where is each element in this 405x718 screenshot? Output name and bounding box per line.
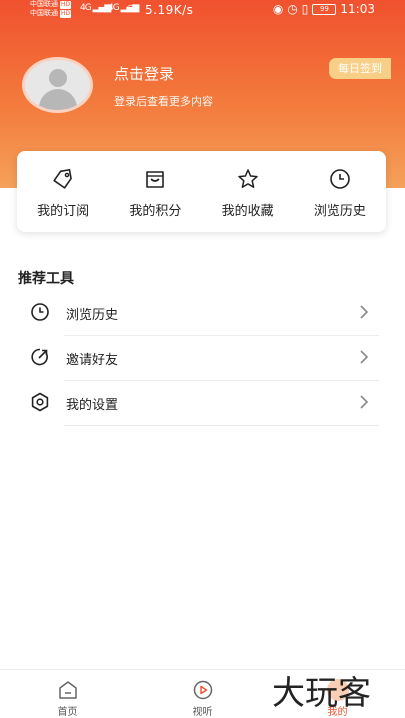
daily-checkin-button[interactable]: 每日签到 [329,58,391,79]
quick-actions-card: 我的订阅 我的积分 我的收藏 浏览历史 [17,151,386,232]
clock-time: 11:03 [340,2,375,16]
battery-icon: 99 [312,3,337,15]
eye-icon: ◉ [272,2,284,16]
tool-item-label: 我的设置 [66,398,119,413]
quick-action-label: 我的收藏 [221,204,274,219]
chevron-right-icon [360,350,369,364]
avatar-head [49,69,67,87]
chevron-right-icon [360,395,369,409]
login-title[interactable]: 点击登录 [114,63,174,84]
status-bar: 中国联通 HD 中国联通 HD 4G ▂▄▆ 4G ▂▄▆ ◠ 5.19K/s ◉ … [0,0,405,20]
tools-section-title: 推荐工具 [18,271,74,287]
tag-icon [53,168,72,189]
quick-action-points[interactable]: 我的积分 [109,151,201,232]
quick-action-history[interactable]: 浏览历史 [294,151,386,232]
bag-icon [146,171,165,188]
alarm-icon: ◷ [287,2,298,16]
quick-action-label: 我的积分 [129,204,182,219]
wifi-icon: ◠ [126,2,136,15]
nav-tab-home[interactable]: 首页 [0,670,135,718]
carrier-info: 中国联通 HD 中国联通 HD [30,0,72,18]
star-icon [237,169,258,188]
hd-badge-2: HD [60,10,72,18]
quick-action-favorites[interactable]: 我的收藏 [202,151,294,232]
clock-icon [330,169,350,189]
tool-item-settings[interactable]: 我的设置 [0,381,405,426]
carrier-name-2: 中国联通 [30,9,58,17]
quick-action-subscriptions[interactable]: 我的订阅 [17,151,109,232]
nav-tab-label: 视听 [192,707,213,718]
share-icon [31,348,48,366]
login-subtitle: 登录后查看更多内容 [114,95,213,108]
avatar[interactable] [22,57,93,113]
clock-icon [31,303,49,321]
status-right: ◉ ◷ ▯ 99 11:03 [273,2,375,16]
quick-action-label: 浏览历史 [313,204,366,219]
nav-tab-video[interactable]: 视听 [135,670,270,718]
chevron-right-icon [360,305,369,319]
play-icon [193,680,212,700]
tool-item-history[interactable]: 浏览历史 [0,291,405,336]
divider [64,425,379,426]
tool-item-label: 浏览历史 [66,308,119,323]
settings-icon [31,392,49,412]
watermark: 大玩客 [272,673,371,712]
avatar-body [39,89,77,110]
tools-list: 浏览历史 邀请好友 我的设置 [0,291,405,426]
quick-action-label: 我的订阅 [37,204,90,219]
network-speed: 5.19K/s [145,3,194,17]
signal-indicator-1: 4G ▂▄▆ [80,3,111,13]
hd-badge-1: HD [60,1,72,9]
tool-item-invite[interactable]: 邀请好友 [0,336,405,381]
home-icon [58,681,77,699]
nav-tab-label: 首页 [57,707,78,718]
tool-item-label: 邀请好友 [66,353,119,368]
vibrate-icon: ▯ [301,2,309,16]
carrier-name-1: 中国联通 [30,0,58,8]
